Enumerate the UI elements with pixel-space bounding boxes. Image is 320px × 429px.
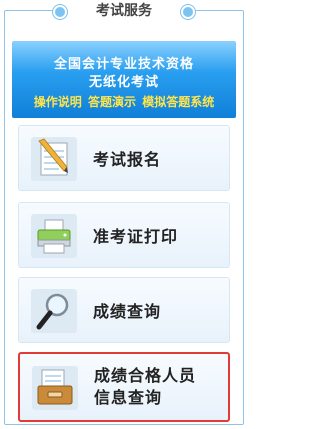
answer-demo-link[interactable]: 答题演示 bbox=[88, 95, 136, 109]
panel-title: 考试服务 bbox=[96, 3, 152, 19]
panel-header: 考试服务 bbox=[0, 0, 248, 22]
qualified-personnel-label-line1: 成绩合格人员 bbox=[94, 366, 197, 385]
printer-icon bbox=[31, 214, 77, 258]
banner-line1: 全国会计专业技术资格 bbox=[53, 57, 194, 72]
qualified-personnel-label-line2: 信息查询 bbox=[94, 388, 163, 407]
file-drawer-icon bbox=[32, 366, 78, 410]
admission-ticket-print-label: 准考证打印 bbox=[93, 227, 179, 246]
banner-line2: 无纸化考试 bbox=[88, 75, 159, 90]
notepad-pencil-icon bbox=[31, 137, 77, 181]
qualified-personnel-info-query-label: 成绩合格人员 信息查询 bbox=[94, 354, 196, 420]
exam-registration-button[interactable]: 考试报名 bbox=[18, 125, 230, 191]
score-query-label: 成绩查询 bbox=[93, 302, 162, 321]
exam-banner: 全国会计专业技术资格 无纸化考试 操作说明 答题演示 模拟答题系统 bbox=[12, 41, 236, 118]
operation-guide-link[interactable]: 操作说明 bbox=[34, 95, 82, 109]
exam-registration-label: 考试报名 bbox=[93, 150, 162, 169]
qualified-personnel-info-query-button[interactable]: 成绩合格人员 信息查询 bbox=[18, 352, 230, 422]
score-query-button[interactable]: 成绩查询 bbox=[18, 277, 230, 343]
admission-ticket-print-button[interactable]: 准考证打印 bbox=[18, 202, 230, 268]
mock-exam-system-link[interactable]: 模拟答题系统 bbox=[142, 95, 214, 109]
magnifier-icon bbox=[31, 289, 77, 333]
banner-links: 操作说明 答题演示 模拟答题系统 bbox=[12, 93, 236, 110]
